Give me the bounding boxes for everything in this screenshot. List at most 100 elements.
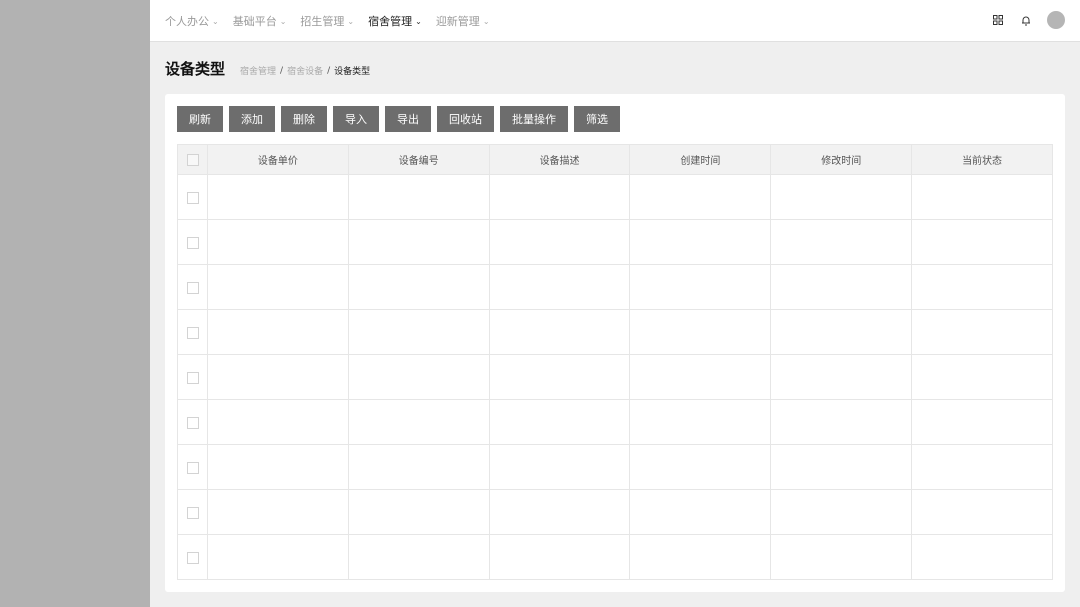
delete-button[interactable]: 删除 bbox=[281, 106, 327, 132]
table-cell bbox=[488, 174, 631, 220]
row-checkbox[interactable] bbox=[186, 192, 199, 204]
row-select-cell bbox=[177, 264, 208, 310]
nav-label: 基础平台 bbox=[232, 15, 277, 28]
toolbar: 刷新 添加 删除 导入 导出 回收站 批量操作 筛选 bbox=[177, 106, 626, 132]
column-header[interactable]: 设备编号 bbox=[347, 144, 490, 175]
table-row[interactable] bbox=[177, 219, 1053, 265]
table-cell bbox=[770, 174, 913, 220]
table-cell bbox=[347, 219, 490, 265]
table-row[interactable] bbox=[177, 264, 1053, 310]
table-row[interactable] bbox=[177, 534, 1053, 580]
table-cell bbox=[911, 489, 1053, 535]
table-cell bbox=[347, 444, 490, 490]
row-checkbox[interactable] bbox=[186, 372, 199, 384]
table-cell bbox=[347, 264, 490, 310]
chevron-down-icon: ⌄ bbox=[347, 16, 355, 26]
breadcrumb-item[interactable]: 宿舍管理 bbox=[240, 64, 276, 77]
table-cell bbox=[207, 354, 349, 400]
table-row[interactable] bbox=[177, 354, 1053, 400]
top-nav: 个人办公 ⌄ 基础平台 ⌄ 招生管理 ⌄ 宿舍管理 ⌄ 迎新管理 ⌄ bbox=[165, 0, 504, 42]
import-button[interactable]: 导入 bbox=[333, 106, 379, 132]
table-cell bbox=[911, 399, 1053, 445]
row-checkbox[interactable] bbox=[186, 552, 199, 564]
table-cell bbox=[488, 309, 631, 355]
row-checkbox[interactable] bbox=[186, 507, 199, 519]
table-row[interactable] bbox=[177, 489, 1053, 535]
nav-item-personal[interactable]: 个人办公 ⌄ bbox=[165, 13, 219, 29]
table-cell bbox=[207, 534, 349, 580]
table-cell bbox=[488, 219, 631, 265]
row-select-cell bbox=[177, 219, 208, 265]
table-cell bbox=[911, 174, 1053, 220]
table-cell bbox=[347, 174, 490, 220]
table-cell bbox=[770, 399, 913, 445]
row-select-cell bbox=[177, 534, 208, 580]
batch-operation-button[interactable]: 批量操作 bbox=[500, 106, 568, 132]
breadcrumb-separator: / bbox=[280, 65, 284, 76]
row-checkbox[interactable] bbox=[186, 282, 199, 294]
table-cell bbox=[488, 354, 631, 400]
table-row[interactable] bbox=[177, 444, 1053, 490]
select-all-checkbox[interactable] bbox=[186, 153, 199, 166]
data-table: 设备单价 设备编号 设备描述 创建时间 修改时间 当前状态 bbox=[177, 144, 1053, 580]
nav-label: 宿舍管理 bbox=[368, 15, 413, 28]
table-cell bbox=[488, 444, 631, 490]
nav-label: 招生管理 bbox=[300, 15, 345, 28]
table-cell bbox=[207, 264, 349, 310]
row-checkbox[interactable] bbox=[186, 327, 199, 339]
table-cell bbox=[488, 399, 631, 445]
filter-button[interactable]: 筛选 bbox=[574, 106, 620, 132]
table-cell bbox=[770, 264, 913, 310]
page-header: 设备类型 宿舍管理 / 宿舍设备 / 设备类型 bbox=[165, 58, 370, 79]
column-header[interactable]: 创建时间 bbox=[629, 144, 772, 175]
grid-icon[interactable] bbox=[989, 11, 1007, 29]
table-cell bbox=[488, 489, 631, 535]
add-button[interactable]: 添加 bbox=[229, 106, 275, 132]
nav-item-welcome[interactable]: 迎新管理 ⌄ bbox=[436, 13, 490, 29]
row-checkbox[interactable] bbox=[186, 462, 199, 474]
nav-item-dormitory[interactable]: 宿舍管理 ⌄ bbox=[368, 13, 422, 29]
table-cell bbox=[911, 534, 1053, 580]
table-cell bbox=[207, 309, 349, 355]
table-cell bbox=[911, 264, 1053, 310]
table-cell bbox=[770, 354, 913, 400]
column-header[interactable]: 设备描述 bbox=[488, 144, 631, 175]
sidebar bbox=[0, 0, 150, 607]
select-all-cell bbox=[177, 144, 208, 175]
row-checkbox[interactable] bbox=[186, 237, 199, 249]
breadcrumb-item[interactable]: 宿舍设备 bbox=[287, 64, 323, 77]
recycle-bin-button[interactable]: 回收站 bbox=[437, 106, 494, 132]
table-cell bbox=[911, 354, 1053, 400]
table-cell bbox=[207, 444, 349, 490]
table-cell bbox=[629, 399, 772, 445]
table-row[interactable] bbox=[177, 309, 1053, 355]
table-cell bbox=[911, 309, 1053, 355]
row-select-cell bbox=[177, 174, 208, 220]
bell-icon[interactable] bbox=[1017, 11, 1035, 29]
export-button[interactable]: 导出 bbox=[385, 106, 431, 132]
row-checkbox[interactable] bbox=[186, 417, 199, 429]
table-cell bbox=[770, 444, 913, 490]
breadcrumb: 宿舍管理 / 宿舍设备 / 设备类型 bbox=[240, 64, 370, 78]
nav-item-admission[interactable]: 招生管理 ⌄ bbox=[300, 13, 354, 29]
row-select-cell bbox=[177, 489, 208, 535]
column-header[interactable]: 设备单价 bbox=[207, 144, 349, 175]
table-row[interactable] bbox=[177, 174, 1053, 220]
refresh-button[interactable]: 刷新 bbox=[177, 106, 223, 132]
table-cell bbox=[629, 174, 772, 220]
table-cell bbox=[629, 489, 772, 535]
nav-item-platform[interactable]: 基础平台 ⌄ bbox=[233, 13, 287, 29]
column-header[interactable]: 修改时间 bbox=[770, 144, 913, 175]
table-cell bbox=[347, 534, 490, 580]
table-cell bbox=[207, 174, 349, 220]
avatar[interactable] bbox=[1047, 11, 1065, 29]
row-select-cell bbox=[177, 399, 208, 445]
table-cell bbox=[347, 309, 490, 355]
column-header[interactable]: 当前状态 bbox=[911, 144, 1053, 175]
table-row[interactable] bbox=[177, 399, 1053, 445]
table-cell bbox=[911, 219, 1053, 265]
table-cell bbox=[488, 534, 631, 580]
table-cell bbox=[207, 399, 349, 445]
table-cell bbox=[770, 219, 913, 265]
nav-label: 迎新管理 bbox=[435, 15, 480, 28]
